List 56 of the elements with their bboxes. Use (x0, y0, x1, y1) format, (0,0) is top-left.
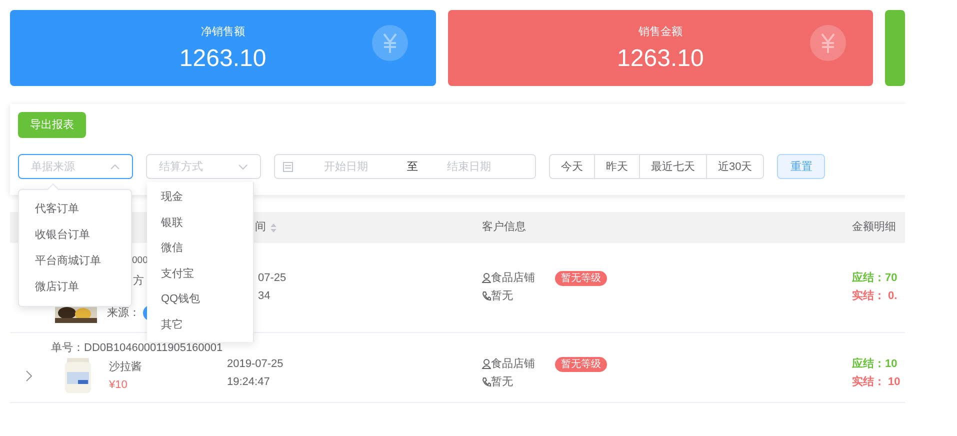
sort-icon (270, 222, 277, 232)
product-name: 方 (133, 274, 145, 289)
customer-name: 食品店铺 (491, 270, 536, 286)
range-button[interactable]: 最近七天 (639, 155, 706, 178)
column-header[interactable]: 间 (255, 219, 277, 236)
menu-item[interactable]: 银联 (147, 210, 253, 236)
order-time: 34 (258, 289, 272, 304)
date-separator: 至 (407, 160, 419, 174)
product-price: ¥10 (109, 378, 128, 392)
range-button[interactable]: 近30天 (706, 155, 764, 178)
card-value: 1263.10 (617, 44, 704, 74)
column-header: 客户信息 (482, 220, 526, 236)
product-name: 沙拉酱 (109, 360, 142, 374)
yuan-icon (810, 25, 846, 61)
yuan-icon (372, 25, 408, 61)
paid-amount: 实结： 0. (852, 288, 898, 304)
menu-item[interactable]: 现金 (147, 185, 253, 211)
menu-item[interactable]: QQ钱包 (147, 287, 253, 313)
order-time: 19:24:47 (227, 375, 271, 390)
date-placeholder: 结束日期 (447, 160, 491, 174)
date-placeholder: 开始日期 (324, 160, 369, 174)
date-range-field[interactable]: 开始日期 至 结束日期 (274, 154, 536, 180)
order-date: 2019-07-25 (227, 357, 284, 372)
order-number: 000 (132, 254, 147, 268)
level-badge: 暂无等级 (555, 270, 607, 286)
card-title: 净销售额 (200, 24, 245, 40)
phone-icon (482, 377, 491, 387)
column-header: 金额明细 (852, 220, 896, 236)
level-badge: 暂无等级 (555, 356, 607, 372)
user-icon (482, 359, 491, 369)
chevron-icon (25, 370, 33, 382)
menu-item[interactable]: 微店订单 (19, 274, 131, 300)
phone-icon (482, 291, 491, 301)
menu-item[interactable]: 微信 (147, 236, 253, 262)
customer-phone: 暂无 (491, 289, 513, 304)
range-button[interactable]: 今天 (550, 155, 594, 178)
calendar-icon (283, 162, 293, 172)
menu-item[interactable]: 其它 (147, 312, 253, 339)
card-value: 1263.10 (179, 44, 266, 74)
range-button[interactable]: 昨天 (594, 155, 639, 178)
order-date: 07-25 (258, 271, 288, 286)
source-label: 来源： (107, 306, 140, 321)
customer-name: 食品店铺 (491, 356, 536, 372)
order-number: 单号：DD0B104600011905160001 (51, 341, 224, 356)
chevron-icon (110, 164, 120, 170)
menu-item[interactable]: 平台商城订单 (19, 248, 131, 274)
menu-item[interactable]: 收银台订单 (19, 222, 131, 248)
user-icon (482, 273, 491, 283)
card-title: 销售金额 (638, 24, 682, 40)
payable-amount: 应结：70 (852, 270, 898, 286)
menu-item[interactable]: 支付宝 (147, 262, 253, 288)
menu-item[interactable]: 代客订单 (19, 196, 131, 222)
customer-phone: 暂无 (491, 375, 513, 390)
paid-amount: 实结： 10 (852, 374, 902, 390)
chevron-icon (238, 164, 248, 170)
payable-amount: 应结：10 (852, 356, 898, 372)
